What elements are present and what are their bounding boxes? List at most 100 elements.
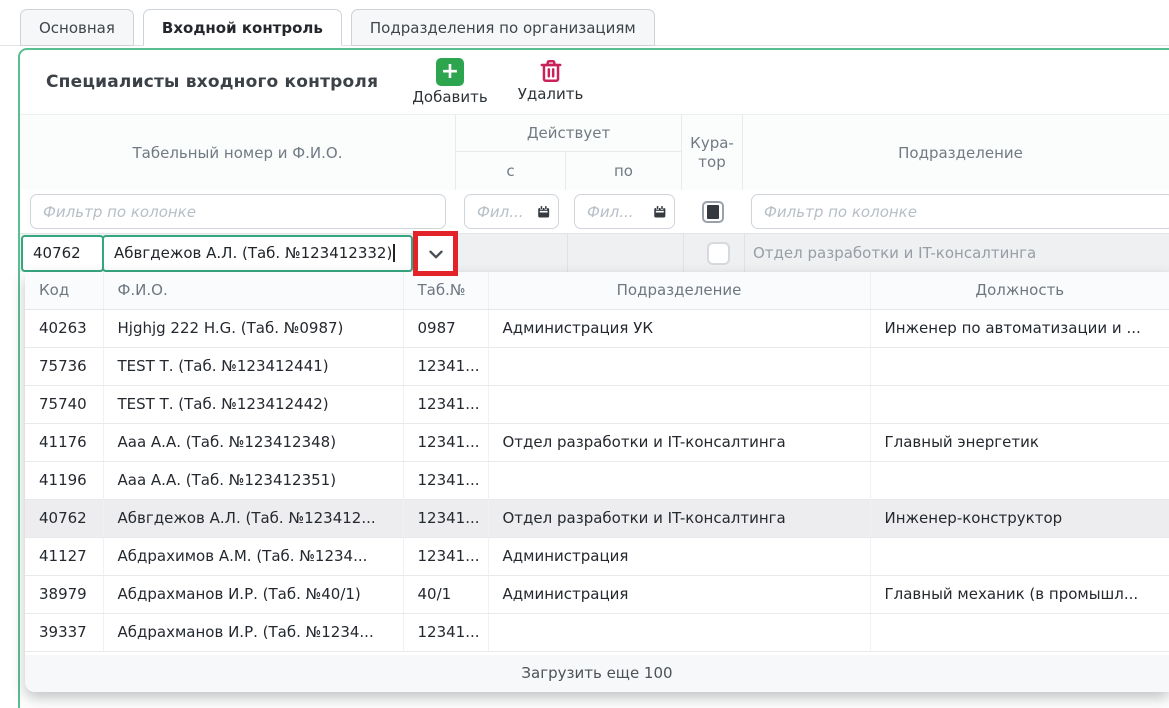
- column-header-from[interactable]: с: [456, 152, 566, 190]
- cell-tab: 12341...: [403, 537, 488, 575]
- dropdown-body: 40263Hjghjg 222 H.G. (Таб. №0987)0987Адм…: [25, 309, 1169, 651]
- cell-fio: Hjghjg 222 H.G. (Таб. №0987): [103, 309, 403, 347]
- table-row[interactable]: 41176Ааа А.А. (Таб. №123412348)12341...О…: [25, 423, 1169, 461]
- edit-name-cell[interactable]: Абвгдежов А.Л. (Таб. №123412332): [102, 235, 413, 272]
- column-header-curator[interactable]: Кура-тор: [682, 115, 743, 190]
- cell-position: Инженер-конструктор: [870, 499, 1169, 537]
- chevron-down-icon[interactable]: [425, 243, 447, 265]
- date-to-filter[interactable]: [574, 194, 675, 229]
- calendar-icon[interactable]: [652, 202, 667, 221]
- column-group-acts: Действует с по: [456, 115, 682, 190]
- column-header-fio[interactable]: Ф.И.О.: [103, 272, 403, 309]
- cell-position: Главный механик (в промышл...: [870, 575, 1169, 613]
- toolbar: + Добавить Удалить: [412, 58, 583, 106]
- table-row[interactable]: 41196Ааа А.А. (Таб. №123412351)12341...: [25, 461, 1169, 499]
- cell-code: 75736: [25, 347, 103, 385]
- cell-tab: 40/1: [403, 575, 488, 613]
- cell-tab: 12341...: [403, 385, 488, 423]
- cell-position: [870, 385, 1169, 423]
- add-button-label: Добавить: [412, 89, 488, 106]
- table-row[interactable]: 75736TEST Т. (Таб. №123412441)12341...: [25, 347, 1169, 385]
- date-to-input[interactable]: [585, 202, 652, 222]
- column-header-code[interactable]: Код: [25, 272, 103, 309]
- checkbox-indeterminate-mark: [707, 205, 719, 219]
- column-header-tab[interactable]: Таб.№: [403, 272, 488, 309]
- panel-header: Специалисты входного контроля + Добавить…: [20, 50, 1169, 114]
- employee-table: Код Ф.И.О. Таб.№ Подразделение Должность…: [25, 272, 1169, 652]
- cell-department: [488, 461, 870, 499]
- cell-department: Администрация УК: [488, 309, 870, 347]
- edit-code-cell[interactable]: 40762: [21, 235, 104, 272]
- load-more-button[interactable]: Загрузить еще 100: [25, 655, 1169, 692]
- cell-fio: TEST Т. (Таб. №123412442): [103, 385, 403, 423]
- curator-filter-checkbox[interactable]: [702, 201, 724, 223]
- cell-code: 41176: [25, 423, 103, 461]
- employee-dropdown-popup: Код Ф.И.О. Таб.№ Подразделение Должность…: [25, 272, 1169, 692]
- table-row[interactable]: 41127Абдрахимов А.М. (Таб. №1234...12341…: [25, 537, 1169, 575]
- cell-department: Отдел разработки и IT-консалтинга: [488, 423, 870, 461]
- annotation-highlight-box: [413, 231, 458, 276]
- cell-tab: 12341...: [403, 499, 488, 537]
- filter-row: [20, 190, 1169, 233]
- table-row[interactable]: 75740TEST Т. (Таб. №123412442)12341...: [25, 385, 1169, 423]
- fio-filter-input[interactable]: [30, 194, 446, 229]
- cell-position: Главный энергетик: [870, 423, 1169, 461]
- cell-code: 40762: [25, 499, 103, 537]
- panel-title: Специалисты входного контроля: [46, 72, 378, 92]
- edit-department-value: Отдел разработки и IT-консалтинга: [753, 234, 1036, 272]
- cell-tab: 12341...: [403, 347, 488, 385]
- delete-button[interactable]: Удалить: [518, 58, 584, 106]
- cell-department: Администрация: [488, 537, 870, 575]
- cell-position: [870, 461, 1169, 499]
- cell-fio: Абдрахманов И.Р. (Таб. №1234...: [103, 613, 403, 651]
- cell-fio: Абдрахманов И.Р. (Таб. №40/1): [103, 575, 403, 613]
- cell-code: 41196: [25, 461, 103, 499]
- cell-tab: 0987: [403, 309, 488, 347]
- column-header-to[interactable]: по: [566, 152, 681, 190]
- tab-main[interactable]: Основная: [20, 9, 134, 46]
- cell-position: [870, 537, 1169, 575]
- add-button[interactable]: + Добавить: [412, 58, 488, 106]
- tab-input-control[interactable]: Входной контроль: [143, 9, 342, 46]
- cell-position: Инженер по автоматизации и ...: [870, 309, 1169, 347]
- column-header-position[interactable]: Должность: [870, 272, 1169, 309]
- table-row[interactable]: 39337Абдрахманов И.Р. (Таб. №1234...1234…: [25, 613, 1169, 651]
- cell-department: [488, 385, 870, 423]
- date-from-input[interactable]: [475, 202, 536, 222]
- trash-icon: [538, 58, 564, 84]
- column-separator: [683, 234, 684, 272]
- tab-departments-by-org[interactable]: Подразделения по организациям: [351, 9, 655, 46]
- plus-icon: +: [436, 58, 464, 86]
- calendar-icon[interactable]: [536, 202, 551, 221]
- curator-row-checkbox[interactable]: [707, 242, 730, 265]
- tab-bar: Основная Входной контроль Подразделения …: [0, 0, 1169, 46]
- column-header-fio[interactable]: Табельный номер и Ф.И.О.: [20, 115, 456, 190]
- text-cursor: [393, 244, 395, 262]
- column-separator: [567, 234, 568, 272]
- cell-code: 75740: [25, 385, 103, 423]
- column-header-department[interactable]: Подразделение: [743, 115, 1169, 190]
- cell-code: 40263: [25, 309, 103, 347]
- cell-code: 38979: [25, 575, 103, 613]
- cell-tab: 12341...: [403, 613, 488, 651]
- column-separator: [744, 234, 745, 272]
- table-row[interactable]: 38979Абдрахманов И.Р. (Таб. №40/1)40/1Ад…: [25, 575, 1169, 613]
- column-header-acts: Действует: [456, 115, 681, 152]
- cell-department: Администрация: [488, 575, 870, 613]
- department-filter-input[interactable]: [751, 194, 1169, 229]
- grid-header: Табельный номер и Ф.И.О. Действует с по …: [20, 114, 1169, 190]
- cell-fio: Ааа А.А. (Таб. №123412351): [103, 461, 403, 499]
- cell-tab: 12341...: [403, 423, 488, 461]
- cell-tab: 12341...: [403, 461, 488, 499]
- table-row[interactable]: 40762Абвгдежов А.Л. (Таб. №123412...1234…: [25, 499, 1169, 537]
- cell-department: [488, 613, 870, 651]
- cell-fio: TEST Т. (Таб. №123412441): [103, 347, 403, 385]
- delete-button-label: Удалить: [518, 86, 584, 103]
- edit-name-value: Абвгдежов А.Л. (Таб. №123412332): [114, 244, 392, 262]
- table-row[interactable]: 40263Hjghjg 222 H.G. (Таб. №0987)0987Адм…: [25, 309, 1169, 347]
- cell-department: Отдел разработки и IT-консалтинга: [488, 499, 870, 537]
- date-from-filter[interactable]: [464, 194, 559, 229]
- edit-row[interactable]: 40762 Абвгдежов А.Л. (Таб. №123412332) О…: [20, 233, 1169, 272]
- column-header-department[interactable]: Подразделение: [488, 272, 870, 309]
- cell-position: [870, 347, 1169, 385]
